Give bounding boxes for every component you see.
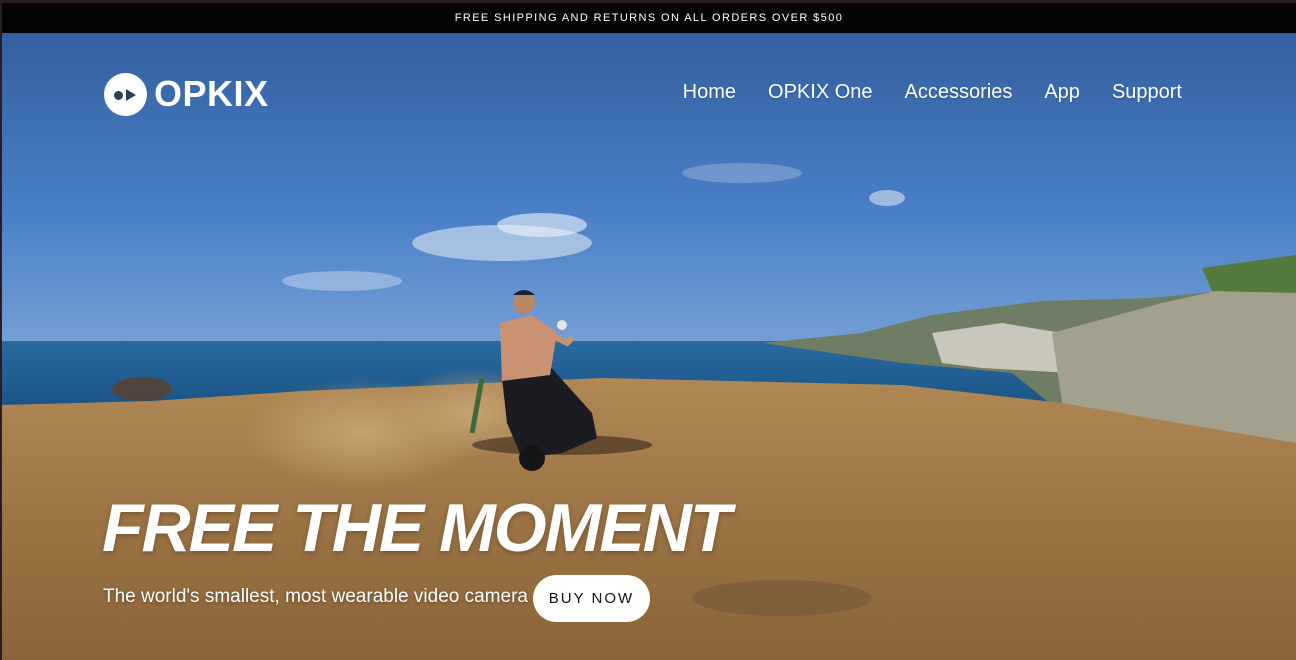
hero-headline: FREE THE MOMENT	[102, 490, 731, 566]
brand-logo[interactable]: OPKIX	[104, 72, 269, 116]
announcement-text: FREE SHIPPING AND RETURNS ON ALL ORDERS …	[454, 12, 844, 24]
buy-now-button[interactable]: BUY NOW	[533, 575, 650, 622]
play-eye-icon	[104, 72, 147, 116]
announcement-bar: FREE SHIPPING AND RETURNS ON ALL ORDERS …	[2, 3, 1296, 33]
nav-link-app[interactable]: App	[1044, 81, 1080, 104]
hero-tagline: The world's smallest, most wearable vide…	[103, 586, 528, 607]
nav-link-home[interactable]: Home	[683, 81, 736, 104]
page: FREE SHIPPING AND RETURNS ON ALL ORDERS …	[2, 3, 1296, 660]
main-nav: Home OPKIX One Accessories App Support	[683, 81, 1182, 104]
hero-section: OPKIX Home OPKIX One Accessories App Sup…	[2, 33, 1296, 660]
nav-link-accessories[interactable]: Accessories	[905, 81, 1013, 104]
brand-name: OPKIX	[154, 73, 269, 114]
nav-link-support[interactable]: Support	[1112, 81, 1182, 104]
nav-link-opkix-one[interactable]: OPKIX One	[768, 81, 873, 104]
